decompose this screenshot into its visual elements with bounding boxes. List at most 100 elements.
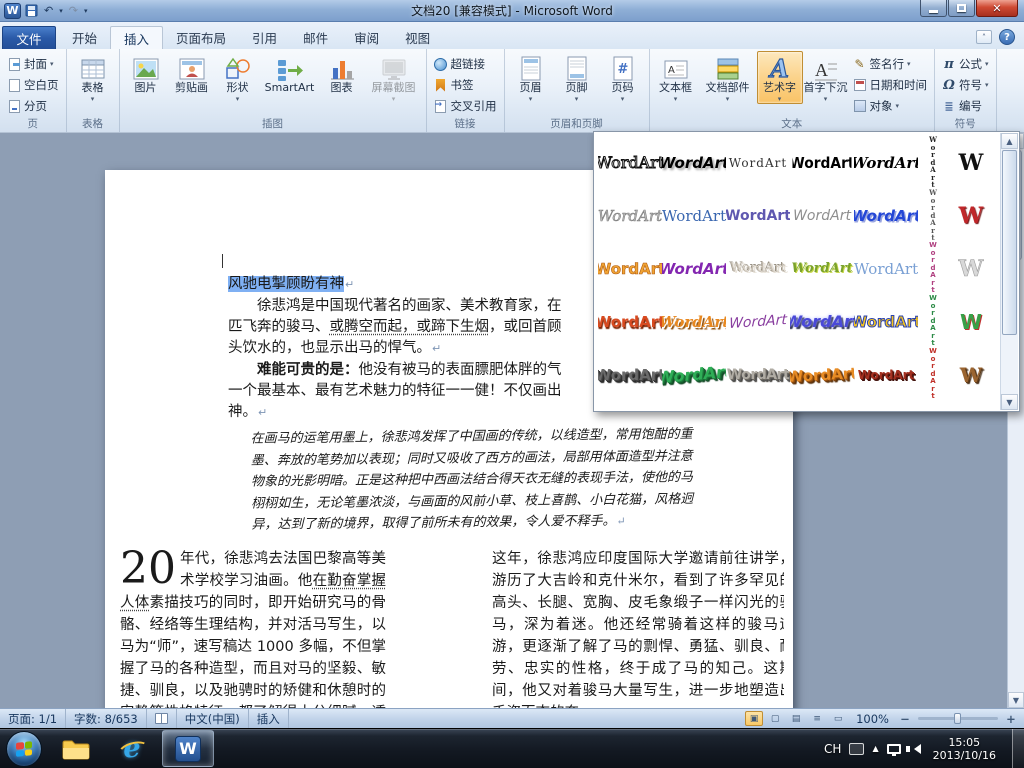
quick-parts-button[interactable]: 文档部件 ▾ (699, 51, 757, 104)
taskbar-explorer-button[interactable] (50, 730, 102, 767)
shapes-button[interactable]: 形状 ▾ (215, 51, 261, 104)
insert-mode-indicator[interactable]: 插入 (249, 709, 289, 728)
wordart-button[interactable]: A 艺术字 ▾ (756, 51, 803, 104)
wordart-style-option[interactable]: WordArt (793, 136, 852, 189)
word-app-icon[interactable]: W (4, 2, 21, 19)
screenshot-button[interactable]: 屏幕截图 ▾ (365, 51, 423, 104)
repeat-button[interactable]: ↷ (67, 3, 80, 19)
show-hidden-icons-button[interactable]: ▲ (872, 744, 878, 753)
web-layout-view-button[interactable]: ▤ (787, 711, 805, 726)
symbol-button[interactable]: Ω 符号 ▾ (938, 75, 993, 95)
taskbar-word-button[interactable]: W (162, 730, 214, 767)
undo-menu-caret-icon[interactable]: ▾ (57, 3, 65, 19)
wordart-gallery-scrollbar[interactable]: ▲ ▼ (1000, 133, 1018, 410)
taskbar-clock[interactable]: 15:05 2013/10/16 (929, 736, 1000, 762)
cover-page-button[interactable]: 封面 ▾ (3, 54, 63, 74)
wordart-style-option[interactable]: WordArt (854, 348, 918, 401)
chart-button[interactable]: 图表 (319, 51, 365, 96)
text-box-button[interactable]: A 文本框 ▾ (653, 51, 699, 104)
clipart-button[interactable]: 剪贴画 (169, 51, 215, 96)
scroll-down-icon[interactable]: ▼ (1008, 692, 1024, 708)
wordart-style-option[interactable]: WordArt (918, 295, 948, 348)
show-desktop-button[interactable] (1012, 728, 1024, 768)
wordart-style-option[interactable]: WordArt (918, 189, 948, 242)
language-indicator[interactable]: 中文(中国) (177, 709, 249, 728)
wordart-style-option[interactable]: WordArt (790, 189, 854, 242)
taskbar-ie-button[interactable]: e (106, 730, 158, 767)
object-button[interactable]: 对象 ▾ (849, 96, 932, 116)
picture-button[interactable]: 图片 (123, 51, 169, 96)
word-count[interactable]: 字数: 8/653 (66, 709, 147, 728)
wordart-style-option[interactable]: W (948, 136, 994, 189)
wordart-style-option[interactable]: WordArt (662, 136, 726, 189)
tab-home[interactable]: 开始 (59, 26, 110, 49)
wordart-style-option[interactable]: WordArt (725, 293, 791, 351)
wordart-style-option[interactable]: WordArt (918, 348, 948, 401)
network-icon[interactable] (886, 743, 901, 756)
table-button[interactable]: 表格 ▾ (70, 51, 116, 104)
wordart-style-option[interactable]: WordArt (598, 295, 662, 348)
scrollbar-thumb[interactable] (1002, 150, 1017, 335)
wordart-style-option[interactable]: WordArt (662, 295, 726, 348)
scroll-down-icon[interactable]: ▼ (1001, 394, 1018, 410)
wordart-style-option[interactable]: W (948, 242, 994, 295)
wordart-style-option[interactable]: WordArt (918, 242, 948, 295)
wordart-style-option[interactable]: W (948, 295, 994, 348)
fullscreen-view-button[interactable]: ▢ (766, 711, 784, 726)
page-number-button[interactable]: # 页码 ▾ (600, 51, 646, 104)
footer-button[interactable]: 页脚 ▾ (554, 51, 600, 104)
tray-language-indicator[interactable]: CH (824, 742, 841, 756)
wordart-style-option[interactable]: WordArt (726, 189, 790, 242)
wordart-style-option[interactable]: WordArt (854, 136, 918, 189)
wordart-style-option[interactable]: WordArt (598, 348, 662, 401)
numbering-button[interactable]: ≣ 编号 (938, 96, 993, 116)
wordart-style-option[interactable]: WordArt (598, 242, 662, 295)
zoom-in-button[interactable]: + (1004, 712, 1018, 726)
smartart-button[interactable]: SmartArt (261, 51, 319, 96)
zoom-out-button[interactable]: − (898, 712, 912, 726)
draft-view-button[interactable]: ▭ (829, 711, 847, 726)
wordart-style-option[interactable]: W (948, 348, 994, 401)
save-button[interactable] (23, 3, 40, 19)
equation-button[interactable]: π 公式 ▾ (938, 54, 993, 74)
help-button[interactable]: ? (999, 29, 1015, 45)
wordart-style-option[interactable]: W (948, 189, 994, 242)
zoom-slider-thumb[interactable] (954, 713, 961, 724)
wordart-style-option[interactable]: WordArt (726, 136, 790, 189)
date-time-button[interactable]: 日期和时间 (849, 75, 932, 95)
undo-button[interactable]: ↶ (42, 3, 55, 19)
proofing-status[interactable] (147, 709, 177, 728)
wordart-style-option[interactable]: WordArt (790, 295, 854, 348)
wordart-style-option[interactable]: WordArt (660, 345, 728, 403)
minimize-button[interactable] (920, 0, 947, 17)
wordart-style-option[interactable]: WordArt (790, 242, 854, 295)
hyperlink-button[interactable]: 超链接 (430, 54, 501, 74)
zoom-slider[interactable] (918, 713, 998, 724)
tab-insert[interactable]: 插入 (110, 26, 164, 49)
print-layout-view-button[interactable]: ▣ (745, 711, 764, 726)
wordart-style-option[interactable]: WordArt (854, 242, 918, 295)
cross-reference-button[interactable]: 交叉引用 (430, 96, 501, 116)
outline-view-button[interactable]: ≡ (808, 711, 826, 726)
drop-cap-button[interactable]: A 首字下沉 ▾ (803, 51, 849, 104)
qat-customize-button[interactable]: ▾ (82, 3, 90, 19)
tab-view[interactable]: 视图 (392, 26, 443, 49)
wordart-style-option[interactable]: WordArt (598, 136, 662, 189)
wordart-style-option[interactable]: WordArt (726, 242, 790, 295)
close-button[interactable]: ✕ (976, 0, 1018, 17)
page-indicator[interactable]: 页面: 1/1 (0, 709, 67, 728)
wordart-style-option[interactable]: WordArt (726, 348, 790, 401)
volume-icon[interactable] (905, 743, 921, 754)
wordart-style-option[interactable]: WordArt (662, 189, 726, 242)
wordart-style-option[interactable]: WordArt (854, 295, 918, 348)
wordart-style-option[interactable]: WordArt (598, 189, 662, 242)
start-button[interactable] (6, 730, 42, 767)
ime-icon[interactable] (849, 742, 865, 755)
tab-mailings[interactable]: 邮件 (290, 26, 341, 49)
tab-review[interactable]: 审阅 (341, 26, 392, 49)
signature-line-button[interactable]: ✎ 签名行 ▾ (849, 54, 932, 74)
header-button[interactable]: 页眉 ▾ (508, 51, 554, 104)
blank-page-button[interactable]: 空白页 (3, 75, 63, 95)
minimize-ribbon-button[interactable]: ˄ (976, 30, 992, 44)
wordart-style-option[interactable]: WordArt (789, 346, 856, 402)
